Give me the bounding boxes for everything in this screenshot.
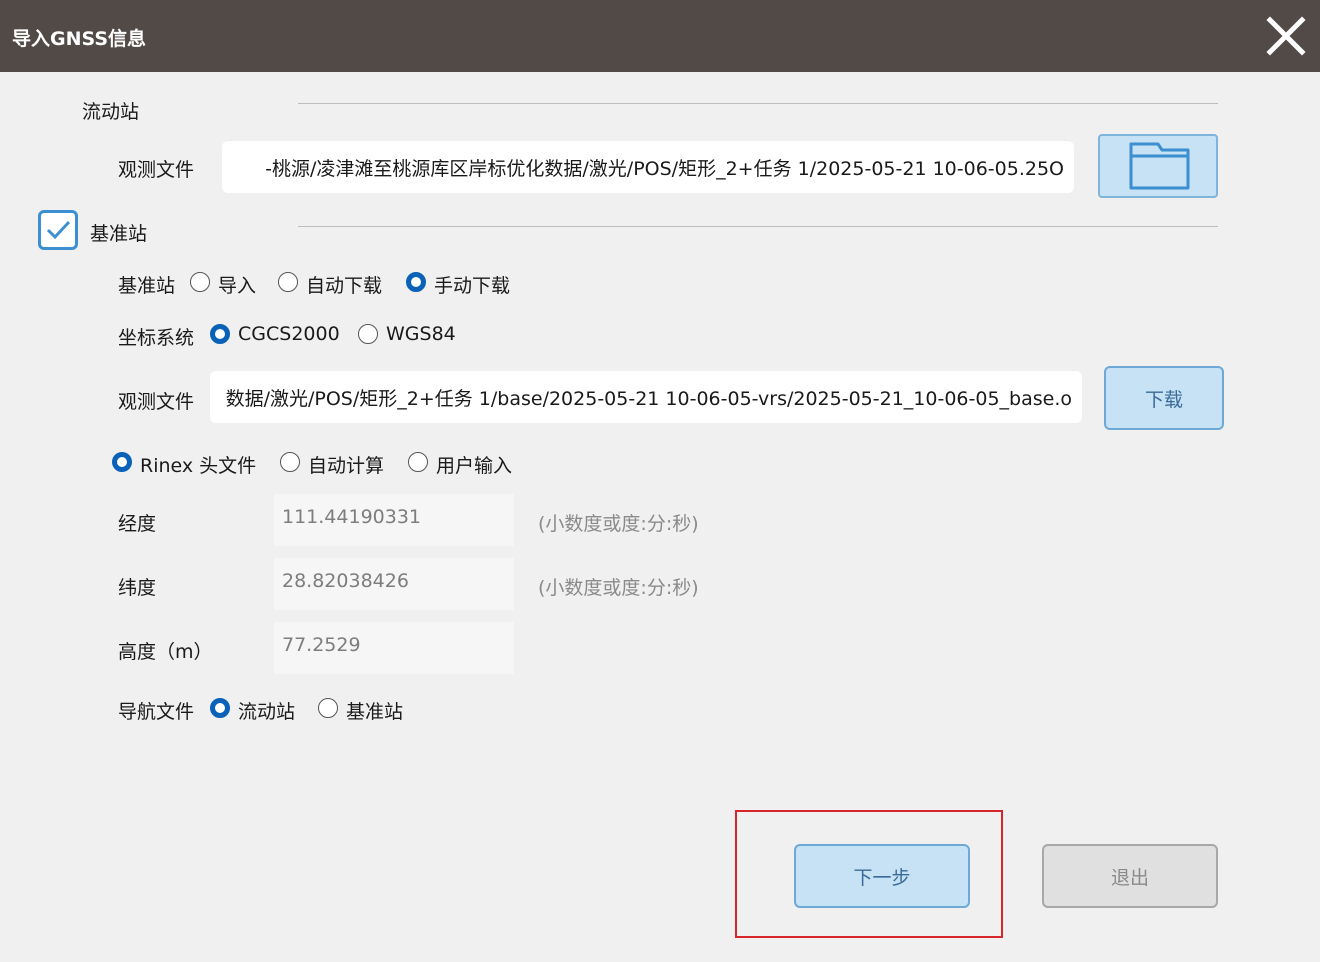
base-source-label: 基准站 [118,275,176,297]
radio-cgcs2000[interactable] [210,324,230,344]
radio-cgcs2000-label[interactable]: CGCS2000 [238,323,340,345]
radio-rinex-header[interactable] [112,452,132,472]
height-label: 高度（m） [118,641,213,663]
height-field[interactable]: 77.2529 [274,622,514,674]
radio-nav-base-label[interactable]: 基准站 [346,697,403,724]
latitude-label: 纬度 [118,577,157,599]
window-title: 导入GNSS信息 [12,28,147,50]
radio-wgs84-label[interactable]: WGS84 [386,323,456,345]
folder-icon [1129,142,1190,190]
base-obs-label: 观测文件 [118,391,195,413]
radio-auto-calc[interactable] [280,452,300,472]
base-section-divider [298,226,1218,227]
longitude-field[interactable]: 111.44190331 [274,494,514,546]
rover-obs-file-field[interactable]: -桃源/凌津滩至桃源库区岸标优化数据/激光/POS/矩形_2+任务 1/2025… [222,141,1074,193]
close-button[interactable] [1262,12,1310,60]
rover-section-divider [298,103,1218,104]
title-bar: 导入GNSS信息 [0,0,1320,72]
longitude-hint: (小数度或度:分:秒) [538,513,699,535]
radio-user-input[interactable] [408,452,428,472]
radio-auto-calc-label[interactable]: 自动计算 [308,451,384,478]
radio-base-manual-download-label[interactable]: 手动下载 [434,271,510,298]
next-button[interactable]: 下一步 [794,844,970,908]
checkmark-icon [46,220,71,240]
radio-nav-base[interactable] [318,698,338,718]
radio-user-input-label[interactable]: 用户输入 [436,451,512,478]
base-section-label: 基准站 [90,223,148,245]
radio-base-auto-download[interactable] [278,272,298,292]
radio-base-manual-download[interactable] [406,272,426,292]
radio-nav-rover[interactable] [210,698,230,718]
base-obs-file-field[interactable]: 数据/激光/POS/矩形_2+任务 1/base/2025-05-21 10-0… [210,371,1082,423]
close-icon [1266,16,1306,56]
coord-system-label: 坐标系统 [118,327,195,349]
radio-rinex-header-label[interactable]: Rinex 头文件 [140,451,256,478]
radio-nav-rover-label[interactable]: 流动站 [238,697,295,724]
radio-base-import-label[interactable]: 导入 [218,271,256,298]
nav-file-label: 导航文件 [118,701,195,723]
longitude-label: 经度 [118,513,157,535]
browse-folder-button[interactable] [1098,134,1218,198]
radio-wgs84[interactable] [358,324,378,344]
rover-obs-path: -桃源/凌津滩至桃源库区岸标优化数据/激光/POS/矩形_2+任务 1/2025… [265,157,1064,180]
base-obs-path: 数据/激光/POS/矩形_2+任务 1/base/2025-05-21 10-0… [225,387,1072,410]
exit-button[interactable]: 退出 [1042,844,1218,908]
radio-base-import[interactable] [190,272,210,292]
download-button[interactable]: 下载 [1104,366,1224,430]
latitude-hint: (小数度或度:分:秒) [538,577,699,599]
radio-base-auto-download-label[interactable]: 自动下载 [306,271,382,298]
rover-section-label: 流动站 [82,101,140,123]
latitude-field[interactable]: 28.82038426 [274,558,514,610]
base-station-checkbox[interactable] [38,210,78,250]
rover-obs-label: 观测文件 [118,159,195,181]
